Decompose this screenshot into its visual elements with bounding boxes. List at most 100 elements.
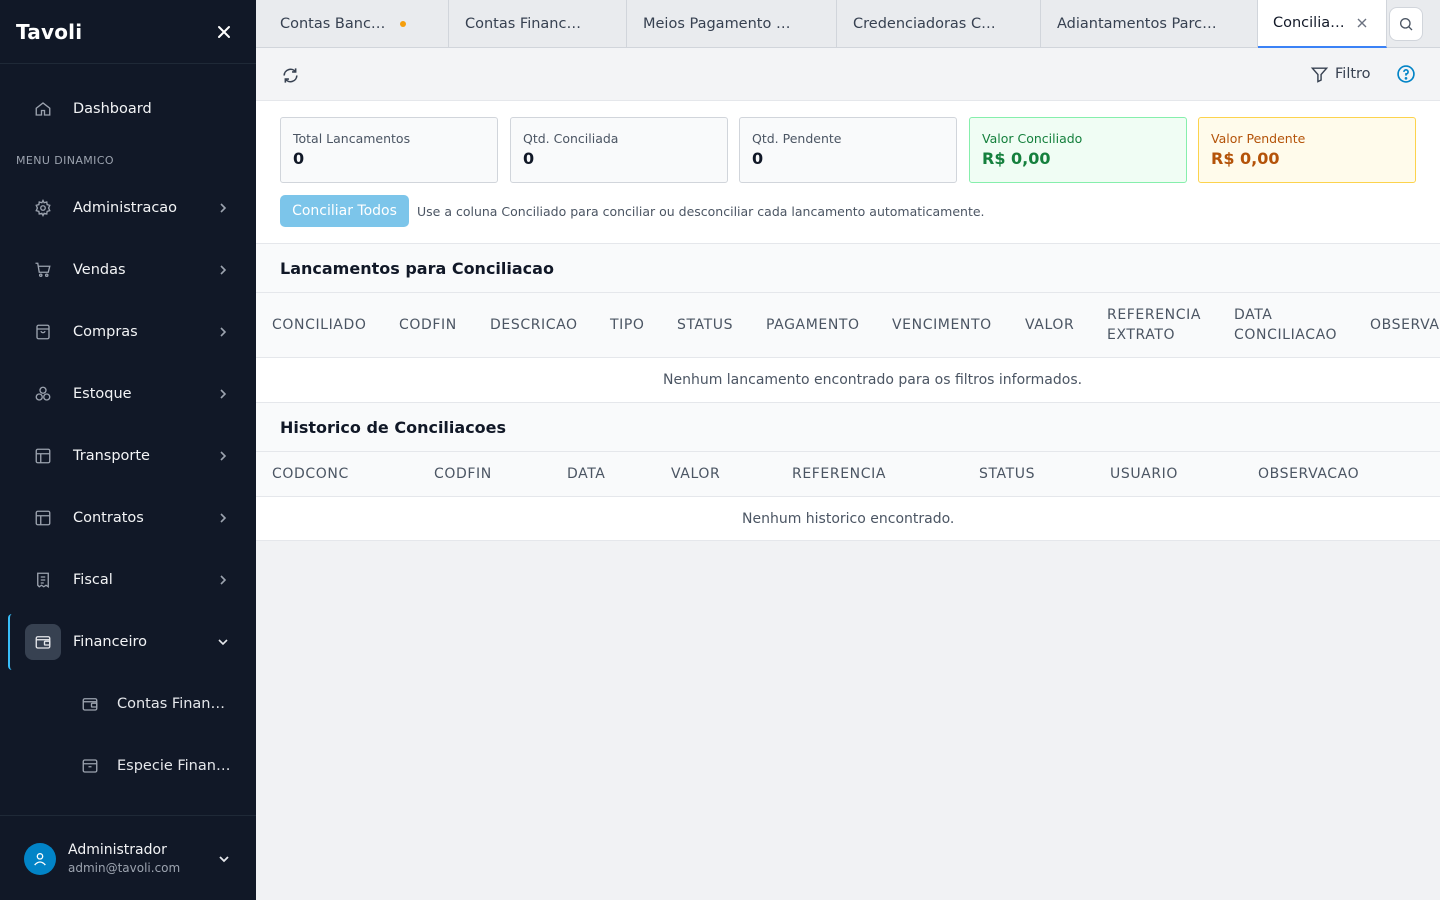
avatar [24, 843, 56, 875]
tab-search-button[interactable] [1389, 7, 1423, 41]
sidebar-subitem-label: Contas Financeiras [117, 696, 232, 712]
gear-icon [34, 199, 52, 217]
column-header[interactable]: PAGAMENTO [766, 315, 860, 335]
sidebar-item-administracao[interactable]: Administracao [0, 184, 256, 232]
tab-credenciadoras[interactable]: Credenciadoras C… [837, 0, 1041, 48]
column-header[interactable]: STATUS [979, 464, 1035, 484]
tab-bar: Contas Banc… Contas Financ… Meios Pagame… [256, 0, 1440, 48]
conciliar-todos-button[interactable]: Conciliar Todos [280, 195, 409, 227]
column-header[interactable]: REFERENCIA [792, 464, 886, 484]
column-header[interactable]: VENCIMENTO [892, 315, 992, 335]
column-header[interactable]: CONCILIADO [272, 315, 366, 335]
chevron-down-icon [217, 636, 229, 648]
column-header[interactable]: CODFIN [434, 464, 492, 484]
historico-empty-row: Nenhum historico encontrado. [256, 497, 1440, 541]
sidebar-item-label: Financeiro [73, 634, 148, 650]
card-value: R$ 0,00 [1211, 149, 1280, 168]
help-icon [1397, 65, 1415, 83]
boxes-icon [34, 385, 52, 403]
tab-adiantamentos[interactable]: Adiantamentos Parc… [1041, 0, 1258, 48]
tab-label: Adiantamentos Parc… [1057, 16, 1217, 32]
empty-message: Nenhum historico encontrado. [742, 511, 955, 527]
tab-label: Contas Banc… [280, 16, 386, 32]
section-title: Lancamentos para Conciliacao [280, 259, 554, 278]
chevron-down-icon[interactable] [218, 853, 230, 865]
user-email: admin@tavoli.com [68, 861, 181, 875]
sidebar-subitem-contas-financeiras[interactable]: Contas Financeiras [0, 680, 256, 728]
receipt-icon [34, 571, 52, 589]
bag-icon [34, 323, 52, 341]
refresh-icon [282, 67, 298, 83]
card-label: Total Lancamentos [293, 131, 411, 146]
card-label: Qtd. Pendente [752, 131, 842, 146]
sidebar-subitem-label: Especie Financeira [117, 758, 232, 774]
home-icon [34, 100, 52, 118]
sidebar-item-transporte[interactable]: Transporte [0, 432, 256, 480]
column-header[interactable]: DATA [567, 464, 605, 484]
card-value: 0 [752, 149, 764, 168]
card-value: R$ 0,00 [982, 149, 1051, 168]
sidebar-item-label: Vendas [73, 262, 126, 278]
sidebar-item-contratos[interactable]: Contratos [0, 494, 256, 542]
column-header[interactable]: DESCRICAO [490, 315, 578, 335]
card-value: 0 [293, 149, 305, 168]
toolbar: Filtro [256, 48, 1440, 101]
sidebar-item-estoque[interactable]: Estoque [0, 370, 256, 418]
sidebar-item-dashboard[interactable]: Dashboard [0, 85, 256, 133]
tab-label: Concilia… [1273, 15, 1345, 31]
column-header[interactable]: OBSERVACAO [1258, 464, 1359, 484]
column-header[interactable]: OBSERVACAO [1370, 315, 1440, 335]
tab-label: Contas Financ… [465, 16, 581, 32]
sidebar-item-label: Contratos [73, 510, 144, 526]
column-header[interactable]: CODFIN [399, 315, 457, 335]
filter-button[interactable]: Filtro [1310, 63, 1371, 85]
sidebar-item-label: Transporte [73, 448, 150, 464]
filter-icon [1310, 66, 1329, 83]
tab-contas-financeiras[interactable]: Contas Financ… [449, 0, 627, 48]
column-header[interactable]: DATA CONCILIACAO [1234, 305, 1337, 345]
sidebar-item-label: Compras [73, 324, 138, 340]
chevron-right-icon [217, 326, 229, 338]
chevron-right-icon [217, 512, 229, 524]
card-value: 0 [523, 149, 535, 168]
sidebar-item-label: Dashboard [73, 101, 152, 117]
summary-card-valor-pendente: Valor Pendente R$ 0,00 [1198, 117, 1416, 183]
column-header[interactable]: USUARIO [1110, 464, 1178, 484]
sidebar-subitem-especie-financeira[interactable]: Especie Financeira [0, 742, 256, 790]
column-header[interactable]: STATUS [677, 315, 733, 335]
summary-card-conciliada: Qtd. Conciliada 0 [510, 117, 728, 183]
filter-label: Filtro [1335, 66, 1371, 82]
cart-icon [34, 261, 52, 279]
unsaved-indicator [400, 21, 406, 27]
close-sidebar-icon[interactable] [216, 24, 232, 40]
card-label: Valor Pendente [1211, 131, 1306, 146]
historico-table-header: CODCONC CODFIN DATA VALOR REFERENCIA STA… [256, 452, 1440, 497]
refresh-button[interactable] [280, 65, 300, 85]
sidebar-item-fiscal[interactable]: Fiscal [0, 556, 256, 604]
column-header[interactable]: CODCONC [272, 464, 349, 484]
column-header[interactable]: VALOR [1025, 315, 1074, 335]
summary-card-pendente: Qtd. Pendente 0 [739, 117, 957, 183]
sidebar-header: Tavoli [0, 0, 256, 64]
sidebar-item-vendas[interactable]: Vendas [0, 246, 256, 294]
tab-conciliacao[interactable]: Concilia… [1258, 0, 1387, 48]
tab-meios-pagamento[interactable]: Meios Pagamento … [627, 0, 837, 48]
sidebar-item-compras[interactable]: Compras [0, 308, 256, 356]
section-title: Historico de Conciliacoes [280, 418, 507, 437]
sidebar-item-financeiro[interactable]: Financeiro [0, 618, 256, 666]
chevron-right-icon [217, 388, 229, 400]
close-tab-icon[interactable] [1357, 18, 1367, 28]
user-menu[interactable]: Administrador admin@tavoli.com [0, 815, 256, 900]
column-header[interactable]: VALOR [671, 464, 720, 484]
help-button[interactable] [1396, 64, 1416, 84]
empty-message: Nenhum lancamento encontrado para os fil… [663, 372, 1083, 388]
summary-panel: Total Lancamentos 0 Qtd. Conciliada 0 Qt… [256, 101, 1440, 244]
layout-icon [34, 447, 52, 465]
wallet-icon [34, 633, 52, 651]
lancamentos-empty-row: Nenhum lancamento encontrado para os fil… [256, 358, 1440, 403]
column-header[interactable]: REFERENCIA EXTRATO [1107, 305, 1201, 345]
tab-label: Credenciadoras C… [853, 16, 996, 32]
summary-card-total: Total Lancamentos 0 [280, 117, 498, 183]
column-header[interactable]: TIPO [610, 315, 645, 335]
tab-contas-bancarias[interactable]: Contas Banc… [256, 0, 449, 48]
